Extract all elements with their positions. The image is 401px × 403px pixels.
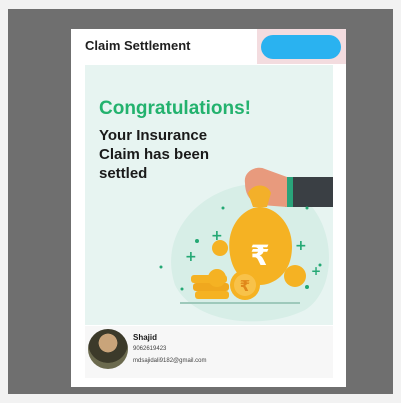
congratulations-banner: ₹ ₹ + + + + Congratulations! Your Insura… [85,65,333,325]
profile-name: Shajid [133,333,158,342]
claim-message-line: settled [99,165,148,182]
profile-section: Shajid 9062619423 mdsajidali9182@gmail.c… [85,326,333,378]
profile-email: mdsajidali9182@gmail.com [133,358,207,364]
profile-phone: 9062619423 [133,346,167,352]
small-coin-icon [284,265,306,287]
ground-line [180,302,300,304]
headline: Congratulations! [99,98,251,119]
sparkle-icon: + [185,249,197,265]
page-title: Claim Settlement [85,38,191,53]
redaction-scribble [261,35,341,59]
claim-message-line: Your Insurance [99,127,208,144]
sleeve-icon [290,177,333,207]
claim-settlement-card: Claim Settlement ₹ ₹ + + + + Congratulat… [71,29,346,387]
sparkle-icon: + [295,238,307,254]
bag-rupee-symbol: ₹ [250,239,269,272]
coin-rupee-symbol: ₹ [240,277,250,295]
sparkle-icon: + [211,228,223,244]
claim-message: Your Insurance Claim has been settled [99,126,209,183]
avatar [88,329,128,369]
small-coin-icon [208,269,226,287]
claim-message-line: Claim has been [99,146,210,163]
redacted-area [257,29,346,64]
